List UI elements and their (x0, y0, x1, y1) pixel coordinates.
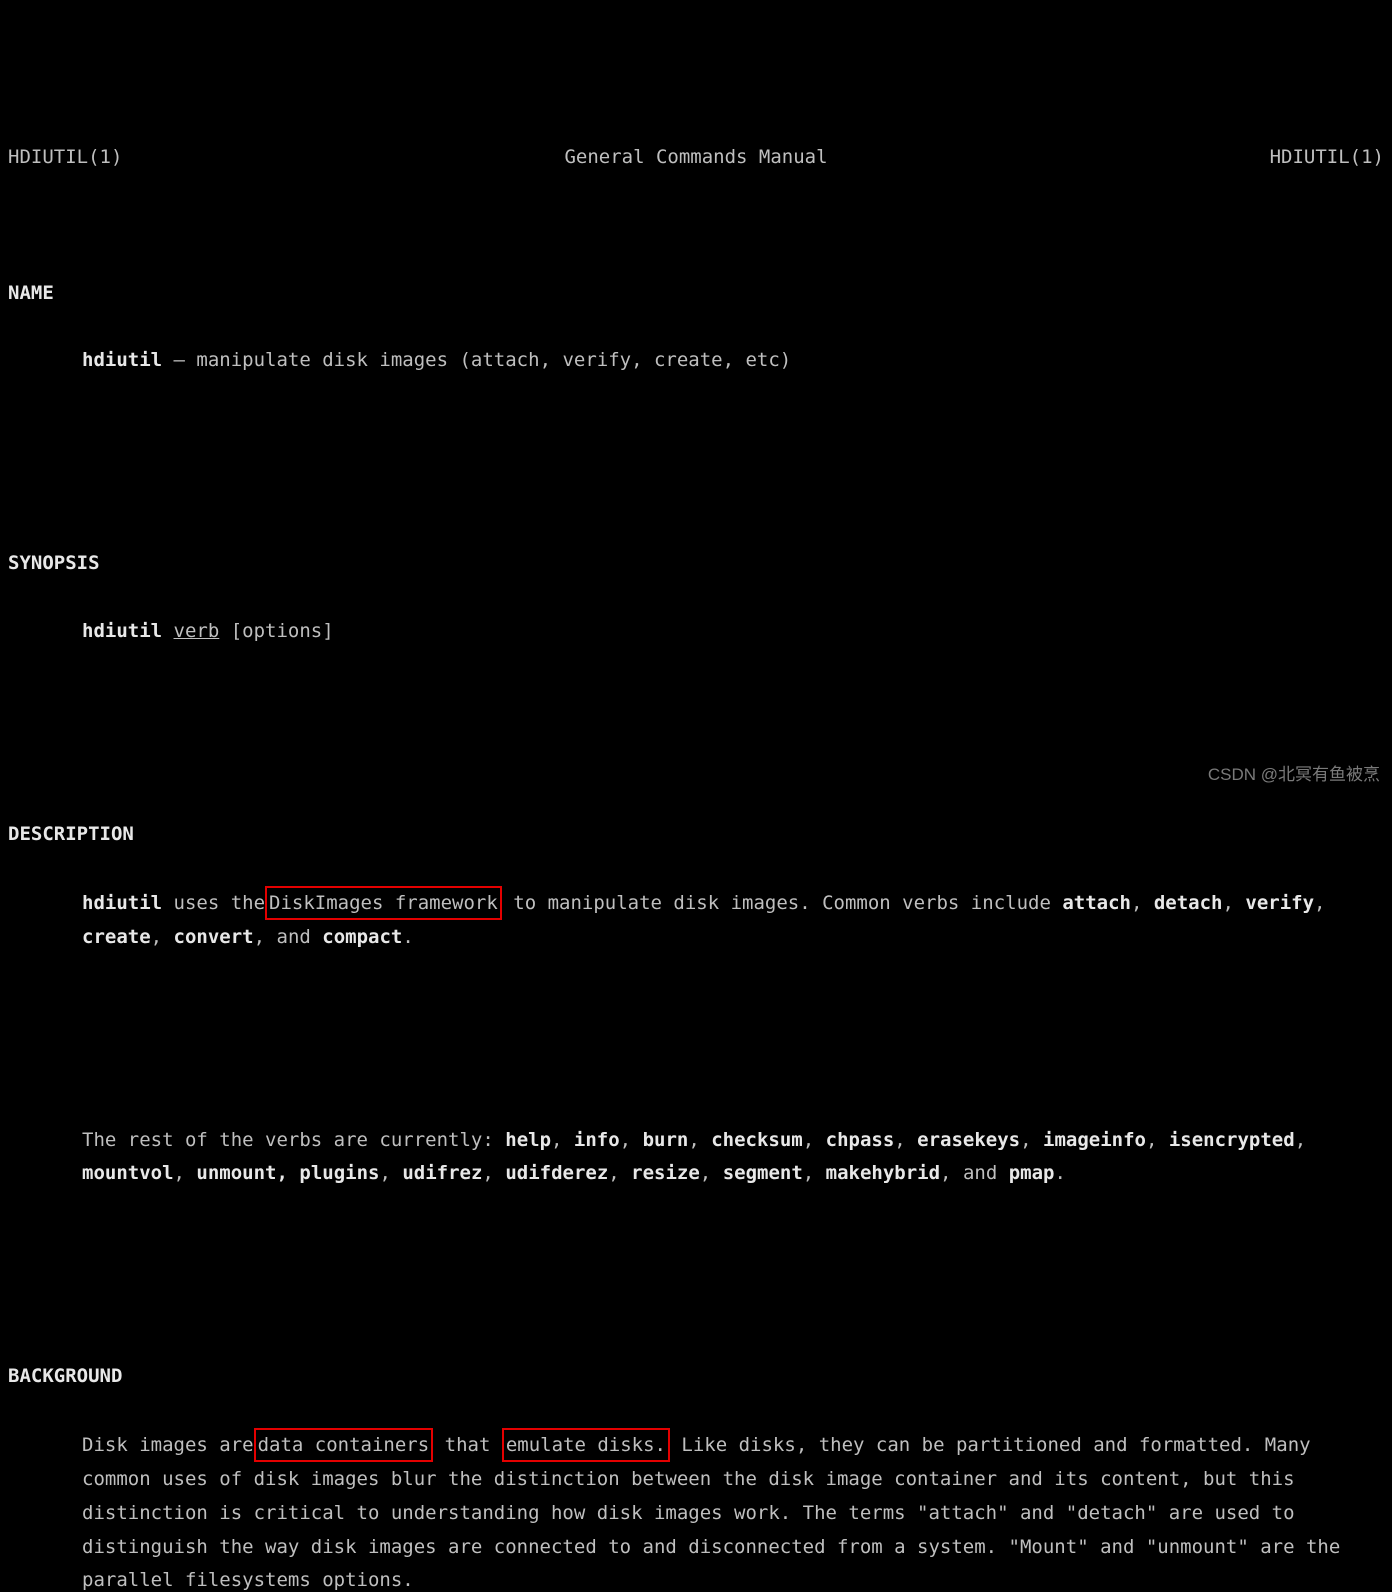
background-para: Disk images are data containers that emu… (8, 1428, 1384, 1592)
desc-para-1: hdiutil uses the DiskImages framework to… (8, 886, 1384, 955)
verb-erasekeys: erasekeys (917, 1129, 1020, 1151)
verb-plugins: plugins (299, 1162, 379, 1184)
name-cmd: hdiutil (82, 349, 162, 371)
section-background: BACKGROUND (8, 1360, 1384, 1394)
manpage-header: HDIUTIL(1) General Commands Manual HDIUT… (8, 141, 1384, 175)
section-name: NAME (8, 277, 1384, 311)
syn-cmd: hdiutil (82, 620, 162, 642)
verb-udifderez: udifderez (505, 1162, 608, 1184)
verb-isencrypted: isencrypted (1169, 1129, 1295, 1151)
header-right: HDIUTIL(1) (1270, 141, 1384, 175)
section-synopsis: SYNOPSIS (8, 547, 1384, 581)
verb-create: create (82, 926, 151, 948)
verb-burn: burn (643, 1129, 689, 1151)
highlight-emulate-disks: emulate disks. (502, 1428, 670, 1462)
highlight-data-containers: data containers (254, 1428, 434, 1462)
verb-unmount: unmount, (196, 1162, 288, 1184)
name-desc: – manipulate disk images (attach, verify… (162, 349, 791, 371)
verb-compact: compact (322, 926, 402, 948)
verb-udifrez: udifrez (402, 1162, 482, 1184)
verb-mountvol: mountvol (82, 1162, 174, 1184)
desc-cmd: hdiutil (82, 892, 162, 914)
verb-makehybrid: makehybrid (826, 1162, 940, 1184)
verb-pmap: pmap (1009, 1162, 1055, 1184)
verb-chpass: chpass (826, 1129, 895, 1151)
verb-segment: segment (723, 1162, 803, 1184)
verb-resize: resize (631, 1162, 700, 1184)
verb-imageinfo: imageinfo (1043, 1129, 1146, 1151)
verb-attach: attach (1062, 892, 1131, 914)
verb-help: help (505, 1129, 551, 1151)
syn-opts: [options] (219, 620, 333, 642)
highlight-diskimages-framework: DiskImages framework (265, 886, 502, 920)
header-left: HDIUTIL(1) (8, 141, 122, 175)
header-center: General Commands Manual (564, 141, 827, 175)
verb-verify: verify (1245, 892, 1314, 914)
verb-checksum: checksum (711, 1129, 803, 1151)
verb-info: info (574, 1129, 620, 1151)
watermark: CSDN @北冥有鱼被烹 (1208, 760, 1380, 790)
section-description: DESCRIPTION (8, 818, 1384, 852)
syn-verb: verb (174, 620, 220, 642)
desc-para-2: The rest of the verbs are currently: hel… (8, 1124, 1384, 1192)
verb-detach: detach (1154, 892, 1223, 914)
verb-convert: convert (174, 926, 254, 948)
name-line: hdiutil – manipulate disk images (attach… (8, 344, 1384, 378)
synopsis-line: hdiutil verb [options] (8, 615, 1384, 649)
